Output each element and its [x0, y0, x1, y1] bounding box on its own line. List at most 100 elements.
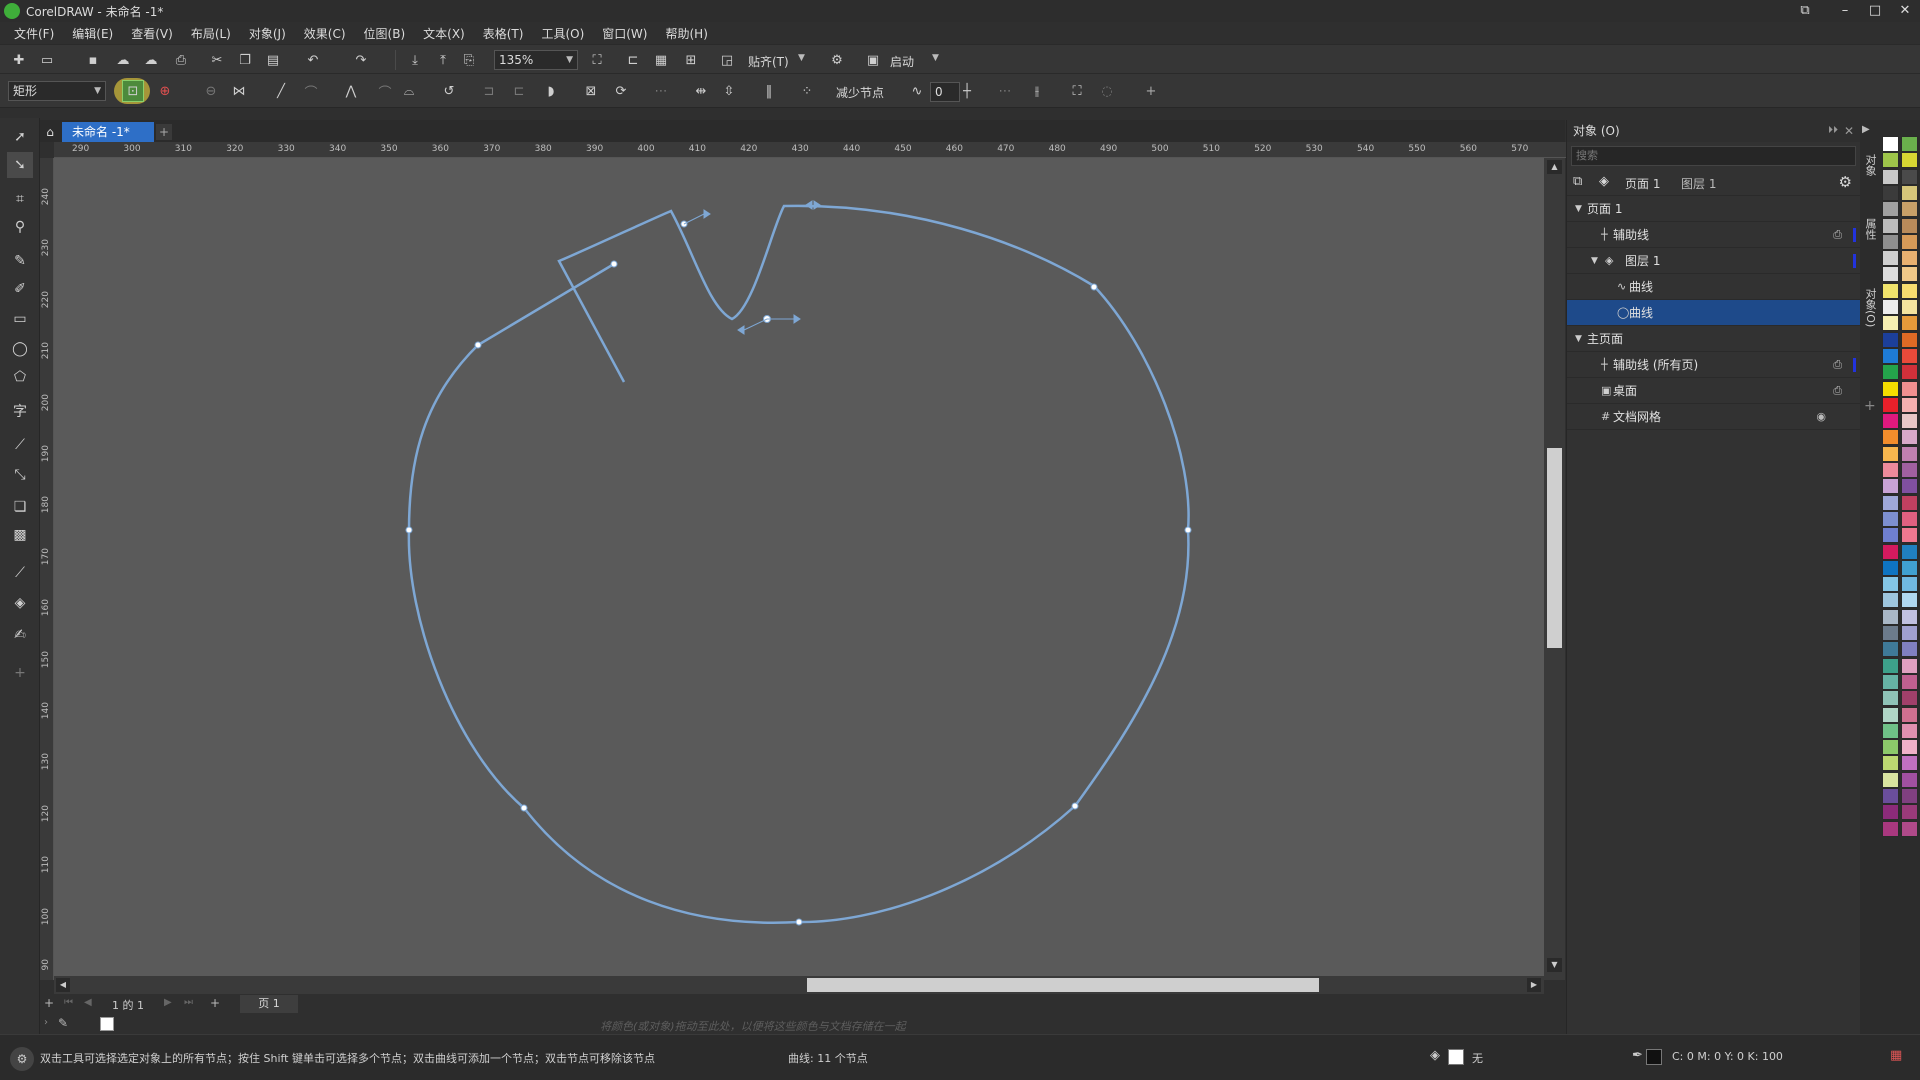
snap-icon[interactable]: ◲ [716, 49, 738, 71]
color-swatch[interactable] [1901, 576, 1918, 593]
color-swatch[interactable] [1901, 315, 1918, 332]
color-swatch[interactable] [1901, 217, 1918, 234]
color-swatch[interactable] [1901, 543, 1918, 560]
new-document-icon[interactable]: ✚ [8, 49, 30, 71]
menu-view[interactable]: 查看(V) [125, 25, 185, 42]
scroll-right-icon[interactable]: ▶ [1527, 978, 1541, 992]
object-tree-item[interactable]: ▣ 桌面 ⎙ [1567, 378, 1860, 404]
color-swatch[interactable] [1882, 494, 1899, 511]
parallel-dimension-icon[interactable]: ⟋ [7, 432, 33, 458]
text-tool-icon[interactable]: 字 [7, 398, 33, 424]
color-swatch[interactable] [1882, 347, 1899, 364]
add-tool-icon[interactable]: + [7, 660, 33, 686]
eyedropper-tool-icon[interactable]: ⟋ [7, 560, 33, 586]
to-curve-icon[interactable]: ⌒ [300, 80, 322, 102]
object-tree-item[interactable]: ┼ 辅助线 ⎙ [1567, 222, 1860, 248]
redo-icon[interactable]: ↷ [350, 49, 372, 71]
color-swatch[interactable] [1882, 217, 1899, 234]
color-swatch[interactable] [1901, 527, 1918, 544]
object-tree-item[interactable]: # 文档网格 ◉ [1567, 404, 1860, 430]
side-expand-icon[interactable]: ▶ [1862, 124, 1870, 135]
scroll-down-icon[interactable]: ▼ [1547, 958, 1562, 972]
color-swatch[interactable] [1882, 625, 1899, 641]
prev-page-icon[interactable]: ◀ [84, 997, 92, 1008]
color-swatch[interactable] [1882, 299, 1899, 315]
last-page-icon[interactable]: ⏭ [184, 997, 193, 1008]
color-swatch[interactable] [1901, 820, 1918, 837]
undo-icon[interactable]: ↶ [302, 49, 324, 71]
horizontal-scroll-thumb[interactable] [807, 978, 1319, 992]
add-node-icon[interactable]: ⊕ [154, 80, 176, 102]
color-swatch[interactable] [1882, 771, 1899, 788]
node[interactable] [405, 526, 413, 534]
color-swatch[interactable] [1901, 755, 1918, 772]
menu-tools[interactable]: 工具(O) [535, 25, 596, 42]
node[interactable] [1071, 802, 1079, 810]
color-swatch[interactable] [1901, 184, 1918, 201]
color-swatch[interactable] [1901, 168, 1918, 185]
print-toggle-icon[interactable]: ⎙ [1833, 378, 1842, 404]
cloud-download-icon[interactable]: ☁ [140, 49, 162, 71]
docker-options-gear-icon[interactable]: ⚙ [1839, 173, 1852, 191]
color-swatch[interactable] [1882, 152, 1899, 169]
color-swatch[interactable] [1901, 494, 1918, 511]
copy-icon[interactable]: ❐ [234, 49, 256, 71]
color-swatch[interactable] [1882, 690, 1899, 707]
color-swatch[interactable] [1901, 347, 1918, 364]
color-swatch[interactable] [1901, 380, 1918, 397]
color-swatch[interactable] [1882, 462, 1899, 478]
side-tab-objects-o[interactable]: 对象(O) [1862, 288, 1878, 327]
object-tree-item[interactable]: ▼ 主页面 [1567, 326, 1860, 352]
color-swatch[interactable] [1882, 315, 1899, 332]
color-swatch[interactable] [1901, 445, 1918, 462]
color-swatch[interactable] [1901, 608, 1918, 625]
reduce-nodes-button[interactable]: 减少节点 [836, 84, 884, 101]
node[interactable] [795, 918, 803, 926]
docker-close-icon[interactable]: ✕ [1844, 120, 1854, 142]
color-swatch[interactable] [1882, 168, 1899, 185]
menu-table[interactable]: 表格(T) [477, 25, 536, 42]
color-swatch[interactable] [1882, 722, 1899, 739]
add-page-before-icon[interactable]: + [44, 996, 54, 1010]
selection-mode-dropdown[interactable]: 矩形 ▼ [8, 81, 106, 101]
color-swatch[interactable] [1901, 413, 1918, 430]
join-nodes-icon[interactable]: ⋈ [228, 80, 250, 102]
select-all-nodes-icon[interactable]: ⊡ [122, 80, 144, 102]
color-swatch[interactable] [1901, 233, 1918, 250]
cusp-node-icon[interactable]: ⋀ [340, 80, 362, 102]
color-swatch[interactable] [1882, 331, 1899, 348]
color-swatch[interactable] [1901, 299, 1918, 315]
polygon-tool-icon[interactable]: ⬠ [7, 364, 33, 390]
zoom-level-dropdown[interactable]: 135% ▼ [494, 50, 578, 70]
welcome-home-icon[interactable]: ⌂ [40, 122, 60, 142]
snap-caret-icon[interactable]: ▼ [798, 53, 805, 63]
menu-bitmaps[interactable]: 位图(B) [358, 25, 418, 42]
color-swatch[interactable] [1882, 755, 1899, 772]
color-swatch[interactable] [1901, 136, 1918, 152]
color-swatch[interactable] [1901, 559, 1918, 576]
status-settings-gear-icon[interactable]: ⚙ [10, 1047, 34, 1071]
smooth-node-icon[interactable]: ⌒ [374, 80, 396, 102]
interactive-fill-icon[interactable]: ◈ [7, 590, 33, 616]
color-swatch[interactable] [1901, 201, 1918, 218]
restore-docker-icon[interactable]: ⧉ [1790, 0, 1820, 22]
zoom-tool-icon[interactable]: ⚲ [7, 214, 33, 240]
color-swatch[interactable] [1901, 722, 1918, 739]
cut-icon[interactable]: ✂ [206, 49, 228, 71]
smart-fill-icon[interactable]: ✍ [7, 622, 33, 648]
save-icon[interactable]: ▪ [82, 49, 104, 71]
node-selection-icon[interactable]: ⛶ [1066, 80, 1088, 102]
menu-help[interactable]: 帮助(H) [659, 25, 719, 42]
color-swatch[interactable] [1882, 282, 1899, 299]
color-swatch[interactable] [1901, 673, 1918, 690]
object-search-input[interactable]: 搜索 [1571, 146, 1856, 166]
align-nodes-icon[interactable]: ⋯ [650, 80, 672, 102]
color-swatch[interactable] [1882, 608, 1899, 625]
curve-smoothness-icon[interactable]: ∿ [906, 80, 928, 102]
rectangle-tool-icon[interactable]: ▭ [7, 306, 33, 332]
color-proofing-icon[interactable]: ▦ [1890, 1048, 1902, 1063]
color-swatch[interactable] [1882, 364, 1899, 381]
elastic-mode-icon[interactable]: ‖ [758, 80, 780, 102]
show-guidelines-icon[interactable]: ⊞ [680, 49, 702, 71]
connector-tool-icon[interactable]: ⤡ [7, 462, 33, 488]
